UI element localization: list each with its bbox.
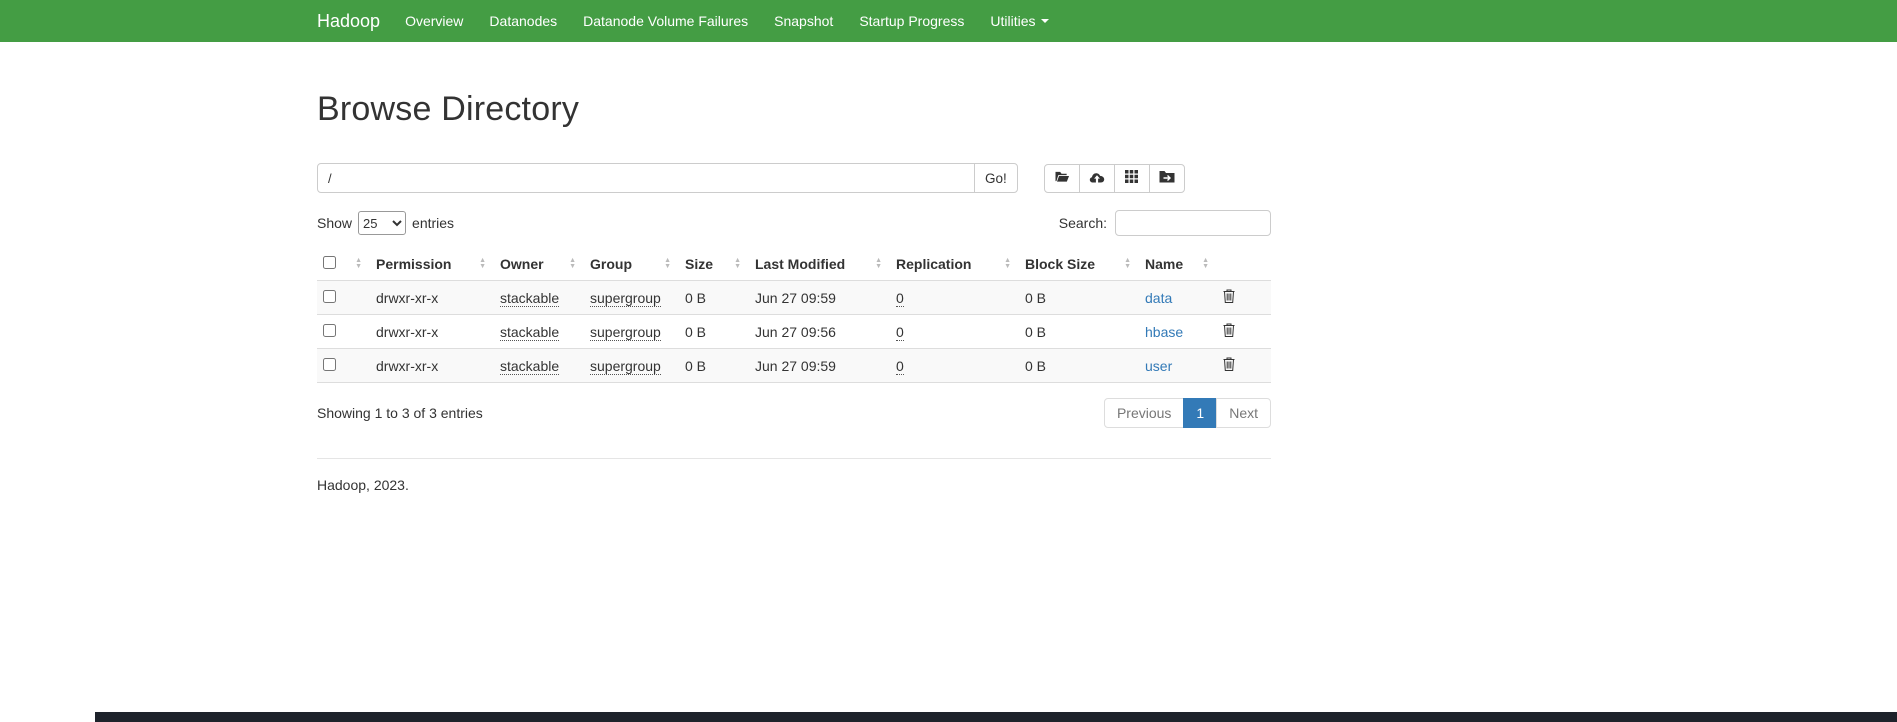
- sort-icon: ▲▼: [355, 258, 362, 270]
- nav-item-utilities-label: Utilities: [990, 13, 1035, 29]
- block-size-cell: 0 B: [1019, 315, 1139, 349]
- owner-cell[interactable]: stackable: [500, 358, 559, 375]
- move-files-button[interactable]: [1149, 164, 1185, 193]
- search-control: Search:: [1059, 210, 1271, 236]
- group-cell[interactable]: supergroup: [590, 358, 661, 375]
- caret-down-icon: [1041, 19, 1049, 23]
- nav-item-datanode-volume-failures[interactable]: Datanode Volume Failures: [570, 1, 761, 41]
- size-cell: 0 B: [679, 315, 749, 349]
- modified-cell: Jun 27 09:56: [749, 315, 890, 349]
- header-size[interactable]: Size ▲▼: [679, 248, 749, 281]
- sort-icon: ▲▼: [1004, 258, 1011, 270]
- show-label: Show: [317, 215, 352, 231]
- delete-button[interactable]: [1223, 323, 1235, 337]
- sort-icon: ▲▼: [664, 258, 671, 270]
- go-button[interactable]: Go!: [974, 163, 1018, 193]
- cloud-upload-icon: [1089, 171, 1105, 186]
- entries-summary: Showing 1 to 3 of 3 entries: [317, 405, 483, 421]
- site-footer: Hadoop, 2023.: [317, 477, 1271, 493]
- permission-cell: drwxr-xr-x: [370, 281, 494, 315]
- sort-icon: ▲▼: [1124, 258, 1131, 270]
- pagination-next[interactable]: Next: [1216, 398, 1271, 428]
- block-size-cell: 0 B: [1019, 349, 1139, 383]
- header-group[interactable]: Group ▲▼: [584, 248, 679, 281]
- trash-icon: [1223, 325, 1235, 340]
- trash-icon: [1223, 291, 1235, 306]
- sort-icon: ▲▼: [734, 258, 741, 270]
- size-cell: 0 B: [679, 281, 749, 315]
- entries-label: entries: [412, 215, 454, 231]
- group-cell[interactable]: supergroup: [590, 324, 661, 341]
- select-all-header[interactable]: ▲▼: [317, 248, 370, 281]
- replication-cell[interactable]: 0: [896, 290, 904, 307]
- trash-icon: [1223, 359, 1235, 374]
- pagination: Previous 1 Next: [1104, 398, 1271, 428]
- footer-divider: [317, 458, 1271, 459]
- header-replication[interactable]: Replication ▲▼: [890, 248, 1019, 281]
- page-length-control: Show 25 entries: [317, 211, 454, 235]
- table-controls: Show 25 entries Search:: [317, 210, 1271, 236]
- table-header-row: ▲▼ Permission ▲▼ Owner ▲▼ Group ▲▼ Size …: [317, 248, 1271, 281]
- navbar-brand[interactable]: Hadoop: [317, 11, 380, 32]
- page-title: Browse Directory: [317, 90, 1271, 129]
- file-link[interactable]: user: [1145, 358, 1172, 374]
- delete-button[interactable]: [1223, 357, 1235, 371]
- sort-icon: ▲▼: [569, 258, 576, 270]
- table-row: drwxr-xr-x stackable supergroup 0 B Jun …: [317, 349, 1271, 383]
- row-checkbox[interactable]: [323, 358, 336, 371]
- nav-item-snapshot[interactable]: Snapshot: [761, 1, 846, 41]
- search-label: Search:: [1059, 215, 1107, 231]
- page-size-select[interactable]: 25: [358, 211, 406, 235]
- sort-icon: ▲▼: [1202, 258, 1209, 270]
- folder-move-icon: [1159, 170, 1175, 186]
- create-directory-button[interactable]: [1044, 164, 1080, 193]
- row-checkbox[interactable]: [323, 290, 336, 303]
- header-last-modified[interactable]: Last Modified ▲▼: [749, 248, 890, 281]
- row-checkbox[interactable]: [323, 324, 336, 337]
- header-actions: [1217, 248, 1271, 281]
- permission-cell: drwxr-xr-x: [370, 349, 494, 383]
- header-owner[interactable]: Owner ▲▼: [494, 248, 584, 281]
- top-navbar: Hadoop Overview Datanodes Datanode Volum…: [0, 0, 1897, 42]
- modified-cell: Jun 27 09:59: [749, 349, 890, 383]
- owner-cell[interactable]: stackable: [500, 290, 559, 307]
- block-size-cell: 0 B: [1019, 281, 1139, 315]
- nav-item-utilities-dropdown[interactable]: Utilities: [977, 1, 1061, 41]
- modified-cell: Jun 27 09:59: [749, 281, 890, 315]
- pagination-previous[interactable]: Previous: [1104, 398, 1184, 428]
- size-cell: 0 B: [679, 349, 749, 383]
- nav-item-datanodes[interactable]: Datanodes: [476, 1, 570, 41]
- grid-icon: [1125, 170, 1138, 186]
- directory-table: ▲▼ Permission ▲▼ Owner ▲▼ Group ▲▼ Size …: [317, 248, 1271, 383]
- select-all-checkbox[interactable]: [323, 256, 336, 269]
- sort-icon: ▲▼: [479, 258, 486, 270]
- permission-cell: drwxr-xr-x: [370, 315, 494, 349]
- replication-cell[interactable]: 0: [896, 324, 904, 341]
- header-block-size[interactable]: Block Size ▲▼: [1019, 248, 1139, 281]
- search-input[interactable]: [1115, 210, 1271, 236]
- table-footer: Showing 1 to 3 of 3 entries Previous 1 N…: [317, 398, 1271, 428]
- file-link[interactable]: hbase: [1145, 324, 1183, 340]
- window-edge: [95, 712, 1897, 722]
- sort-icon: ▲▼: [875, 258, 882, 270]
- table-row: drwxr-xr-x stackable supergroup 0 B Jun …: [317, 281, 1271, 315]
- upload-files-button[interactable]: [1079, 164, 1115, 193]
- main-content: Browse Directory Go!: [317, 90, 1271, 493]
- table-row: drwxr-xr-x stackable supergroup 0 B Jun …: [317, 315, 1271, 349]
- file-link[interactable]: data: [1145, 290, 1172, 306]
- owner-cell[interactable]: stackable: [500, 324, 559, 341]
- directory-path-input[interactable]: [317, 163, 975, 193]
- nav-item-startup-progress[interactable]: Startup Progress: [846, 1, 977, 41]
- replication-cell[interactable]: 0: [896, 358, 904, 375]
- pagination-page-1[interactable]: 1: [1183, 398, 1217, 428]
- path-bar: Go!: [317, 163, 1271, 193]
- group-cell[interactable]: supergroup: [590, 290, 661, 307]
- header-permission[interactable]: Permission ▲▼: [370, 248, 494, 281]
- file-action-toolbar: [1044, 164, 1185, 193]
- nav-item-overview[interactable]: Overview: [392, 1, 476, 41]
- delete-button[interactable]: [1223, 289, 1235, 303]
- header-name[interactable]: Name ▲▼: [1139, 248, 1217, 281]
- file-grid-button[interactable]: [1114, 164, 1150, 193]
- folder-open-icon: [1054, 170, 1070, 186]
